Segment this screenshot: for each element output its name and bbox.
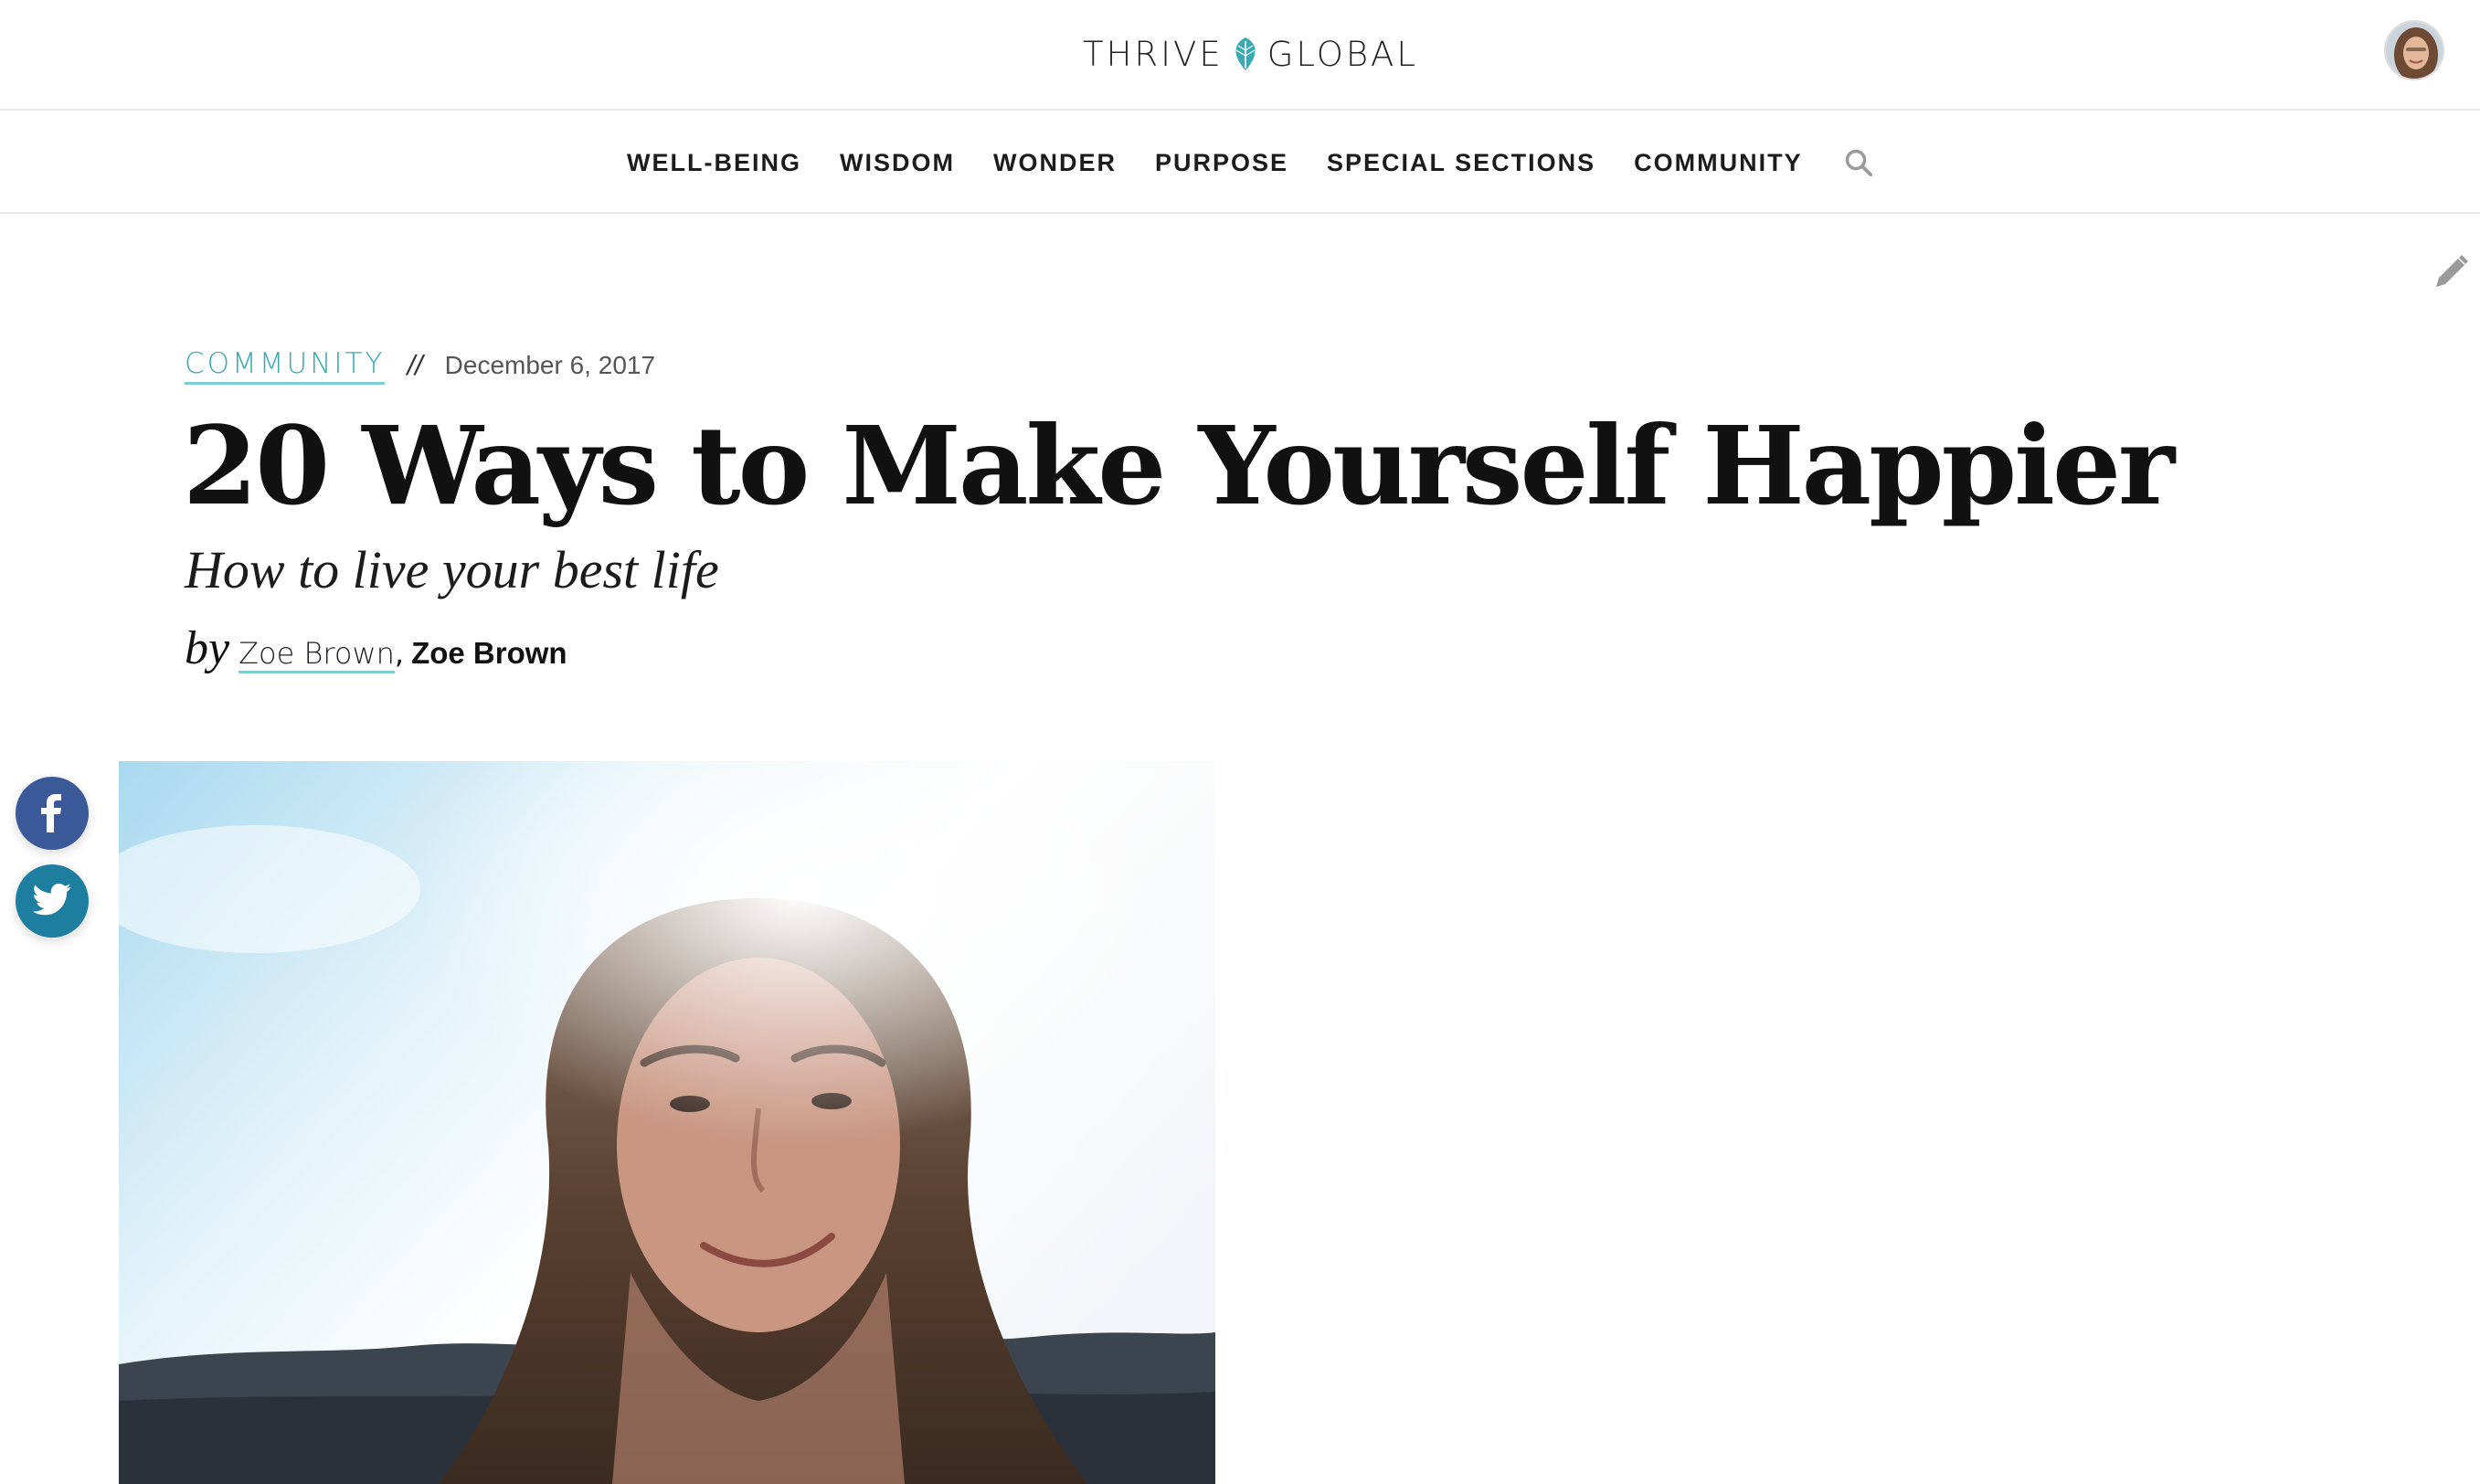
twitter-icon bbox=[32, 884, 71, 916]
byline-prefix: by bbox=[185, 622, 230, 674]
logo-text-left: THRIVE bbox=[1083, 34, 1224, 74]
article-meta: COMMUNITY // December 6, 2017 bbox=[185, 345, 655, 386]
article-subtitle: How to live your best life bbox=[185, 540, 719, 599]
byline-comma: , bbox=[394, 636, 405, 671]
hero-image bbox=[119, 761, 1215, 1484]
top-header: THRIVE GLOBAL bbox=[0, 0, 2480, 111]
edit-pencil-icon[interactable] bbox=[2431, 252, 2471, 292]
leaf-icon bbox=[1235, 37, 1256, 70]
avatar-image bbox=[2386, 22, 2443, 79]
author-link[interactable]: Zoe Brown bbox=[238, 636, 395, 673]
nav-item-purpose[interactable]: PURPOSE bbox=[1155, 149, 1288, 177]
publish-date: December 6, 2017 bbox=[444, 351, 656, 379]
nav-item-wisdom[interactable]: WISDOM bbox=[840, 149, 955, 177]
category-link[interactable]: COMMUNITY bbox=[185, 347, 386, 385]
nav-item-special-sections[interactable]: SPECIAL SECTIONS bbox=[1327, 149, 1595, 177]
author-name[interactable]: Zoe Brown bbox=[411, 636, 567, 671]
nav-item-community[interactable]: COMMUNITY bbox=[1634, 149, 1802, 177]
user-avatar[interactable] bbox=[2384, 20, 2444, 80]
thrive-global-logo[interactable]: THRIVE GLOBAL bbox=[1083, 33, 1418, 75]
meta-separator: // bbox=[407, 349, 423, 381]
twitter-share-button[interactable] bbox=[16, 864, 89, 938]
main-navigation: WELL-BEING WISDOM WONDER PURPOSE SPECIAL… bbox=[0, 111, 2480, 214]
nav-item-wonder[interactable]: WONDER bbox=[993, 149, 1117, 177]
nav-item-well-being[interactable]: WELL-BEING bbox=[627, 149, 801, 177]
search-icon[interactable] bbox=[1843, 147, 1874, 178]
facebook-icon bbox=[41, 794, 61, 832]
article-title: 20 Ways to Make Yourself Happier bbox=[183, 402, 2175, 529]
logo-text-right: GLOBAL bbox=[1266, 34, 1418, 74]
facebook-share-button[interactable] bbox=[16, 777, 89, 850]
byline: by Zoe Brown , Zoe Brown bbox=[185, 621, 567, 676]
hero-photo-illustration bbox=[119, 761, 1215, 1484]
